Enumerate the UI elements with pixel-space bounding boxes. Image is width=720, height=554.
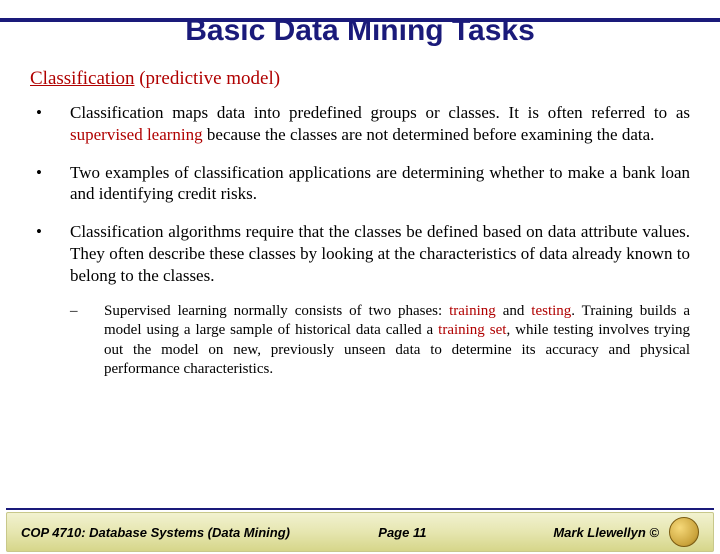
sub-1-kw2: testing	[531, 303, 571, 319]
bullet-1: Classification maps data into predefined…	[30, 102, 690, 146]
subtitle-underlined: Classification	[30, 68, 134, 89]
sub-1-b: and	[496, 303, 532, 319]
footer-author: Mark Llewellyn ©	[553, 525, 659, 540]
footer-right: Mark Llewellyn ©	[487, 517, 699, 547]
sub-1-kw3: training set	[438, 322, 506, 338]
bullet-1-a: Classification maps data into predefined…	[70, 103, 690, 122]
bullet-1-b: because the classes are not determined b…	[203, 125, 655, 144]
footer-course: COP 4710: Database Systems (Data Mining)	[21, 525, 318, 540]
top-rule	[0, 18, 720, 22]
footer-page: Page 11	[318, 525, 488, 540]
bullet-3: Classification algorithms require that t…	[30, 221, 690, 286]
sub-bullet-1: Supervised learning normally consists of…	[30, 302, 690, 379]
subtitle: Classification (predictive model)	[30, 68, 690, 90]
subtitle-rest: (predictive model)	[134, 68, 280, 89]
sub-1-a: Supervised learning normally consists of…	[104, 303, 449, 319]
footer-bar: COP 4710: Database Systems (Data Mining)…	[6, 512, 714, 552]
sub-1-kw1: training	[449, 303, 496, 319]
seal-icon	[669, 517, 699, 547]
bullet-list: Classification maps data into predefined…	[30, 102, 690, 286]
bullet-2: Two examples of classification applicati…	[30, 162, 690, 206]
footer-wrap: COP 4710: Database Systems (Data Mining)…	[0, 508, 720, 554]
bullet-1-keyword: supervised learning	[70, 125, 203, 144]
content-area: Classification (predictive model) Classi…	[0, 48, 720, 379]
footer-rule	[6, 508, 714, 510]
